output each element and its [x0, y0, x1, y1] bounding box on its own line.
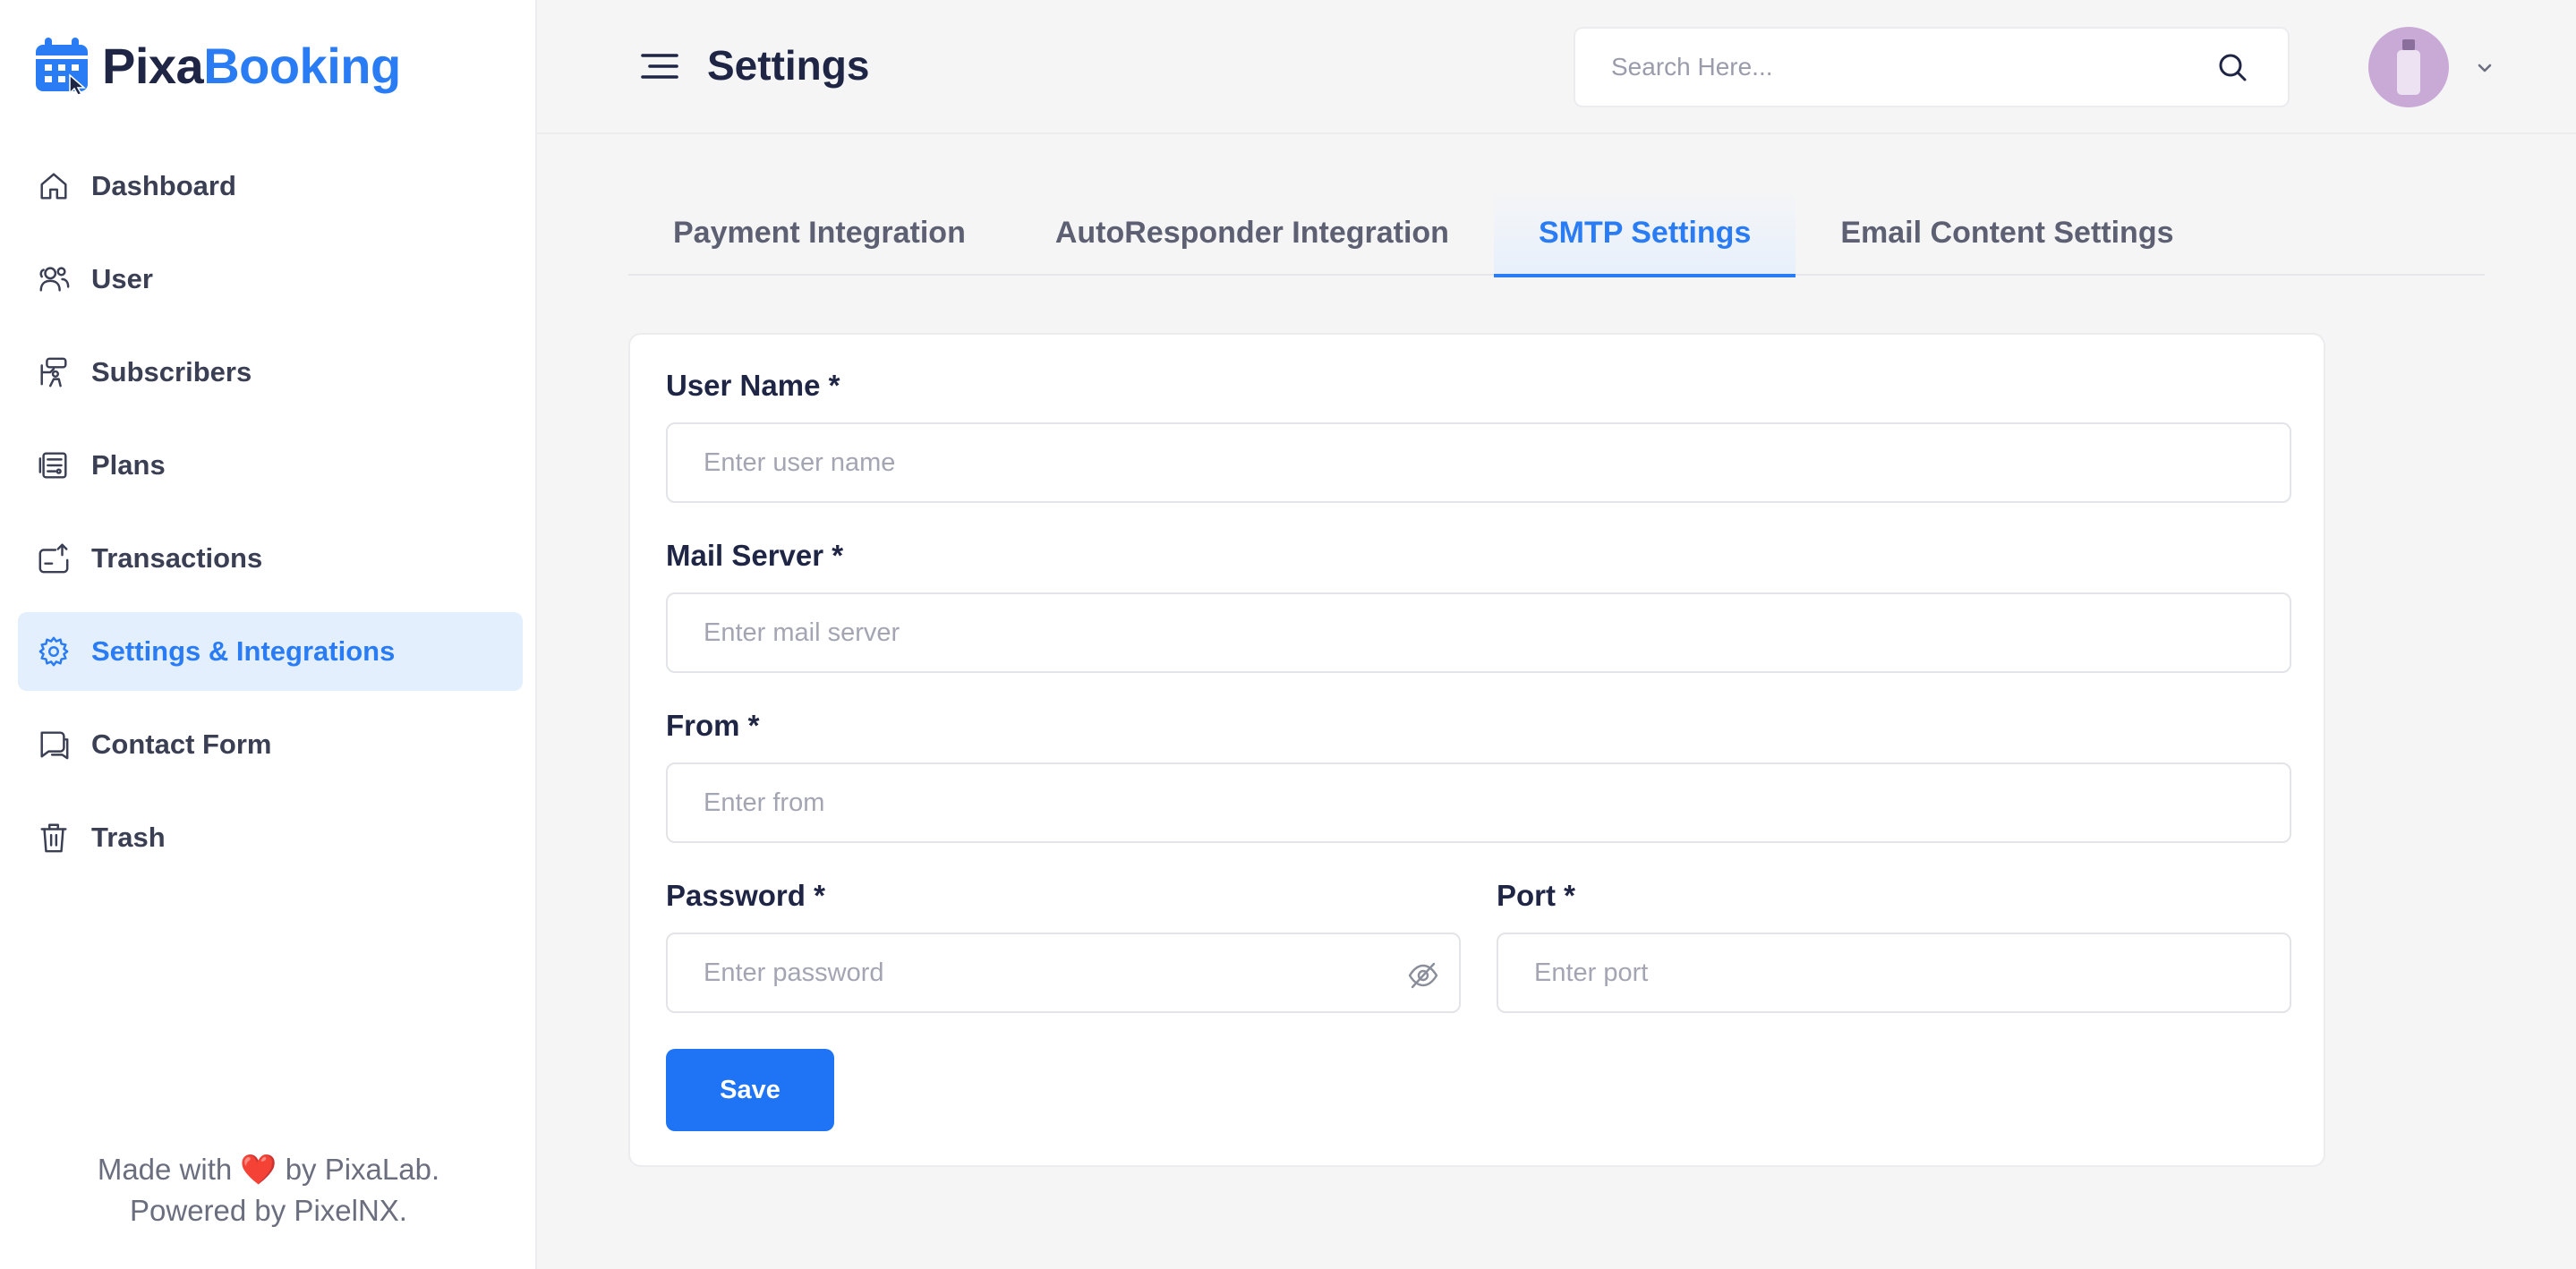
tab-smtp-settings[interactable]: SMTP Settings	[1493, 190, 1796, 277]
sidebar-item-user[interactable]: User	[18, 240, 523, 319]
from-label: From *	[666, 709, 760, 742]
sidebar-item-settings[interactable]: Settings & Integrations	[18, 612, 523, 691]
tab-autoresponder-integration[interactable]: AutoResponder Integration	[1011, 190, 1494, 276]
save-button[interactable]: Save	[666, 1049, 834, 1131]
username-label: User Name *	[666, 369, 840, 402]
sidebar-nav: Dashboard User Subscribers Plans Transac…	[18, 147, 523, 891]
search-input[interactable]	[1575, 29, 2214, 106]
chat-icon	[36, 727, 72, 762]
trash-icon	[36, 820, 72, 856]
menu-toggle-icon[interactable]	[639, 48, 680, 84]
subscribers-icon	[36, 354, 72, 390]
sidebar-footer: Made with ❤️ by PixaLab. Powered by Pixe…	[0, 1149, 537, 1231]
calendar-logo-icon	[34, 36, 90, 95]
password-label: Password *	[666, 879, 825, 912]
brand-name: PixaBooking	[102, 37, 401, 94]
mail-server-input[interactable]	[668, 594, 2290, 671]
user-menu	[2368, 27, 2524, 107]
sidebar-item-subscribers[interactable]: Subscribers	[18, 333, 523, 412]
page-title: Settings	[707, 42, 870, 89]
sidebar-item-label: Plans	[91, 449, 166, 481]
from-field-wrap	[666, 762, 2291, 843]
tab-payment-integration[interactable]: Payment Integration	[628, 190, 1011, 276]
sidebar-item-label: User	[91, 263, 153, 294]
mail-server-field-wrap	[666, 592, 2291, 673]
sidebar-item-label: Dashboard	[91, 170, 236, 201]
footer-line-1: Made with ❤️ by PixaLab.	[97, 1153, 440, 1186]
eye-off-icon[interactable]	[1407, 960, 1439, 991]
plans-icon	[36, 447, 72, 483]
sidebar-item-dashboard[interactable]: Dashboard	[18, 147, 523, 226]
chevron-down-icon[interactable]	[2472, 55, 2497, 81]
sidebar-item-label: Settings & Integrations	[91, 635, 396, 667]
sidebar-item-plans[interactable]: Plans	[18, 426, 523, 505]
port-field-wrap	[1497, 933, 2291, 1013]
gear-icon	[36, 634, 72, 669]
users-icon	[36, 261, 72, 297]
username-input[interactable]	[668, 424, 2290, 501]
transactions-icon	[36, 541, 72, 576]
port-label: Port *	[1497, 879, 1576, 912]
sidebar-item-transactions[interactable]: Transactions	[18, 519, 523, 598]
port-input[interactable]	[1498, 934, 2290, 1011]
avatar[interactable]	[2368, 27, 2449, 107]
settings-tabs: Payment Integration AutoResponder Integr…	[628, 190, 2485, 277]
brand-logo[interactable]: PixaBooking	[34, 32, 401, 98]
app: PixaBooking Dashboard User Subscribers P…	[0, 0, 2576, 1269]
smtp-settings-form: User Name * Mail Server * From * Passwor…	[628, 333, 2325, 1167]
sidebar-item-label: Contact Form	[91, 728, 272, 760]
password-field-wrap	[666, 933, 1461, 1013]
sidebar: PixaBooking Dashboard User Subscribers P…	[0, 0, 537, 1269]
home-icon	[36, 168, 72, 204]
mail-server-label: Mail Server *	[666, 539, 844, 572]
password-input[interactable]	[668, 934, 1459, 1011]
from-input[interactable]	[668, 764, 2290, 841]
top-header: Settings	[537, 0, 2576, 134]
username-field-wrap	[666, 422, 2291, 503]
search-icon[interactable]	[2214, 49, 2250, 85]
sidebar-item-label: Subscribers	[91, 356, 252, 388]
search-box	[1574, 27, 2290, 107]
footer-line-2: Powered by PixelNX.	[130, 1194, 407, 1227]
sidebar-item-contact-form[interactable]: Contact Form	[18, 705, 523, 784]
sidebar-item-trash[interactable]: Trash	[18, 798, 523, 877]
tab-email-content-settings[interactable]: Email Content Settings	[1796, 190, 2218, 276]
heart-icon: ❤️	[240, 1153, 277, 1186]
sidebar-item-label: Trash	[91, 822, 166, 853]
sidebar-item-label: Transactions	[91, 542, 263, 574]
